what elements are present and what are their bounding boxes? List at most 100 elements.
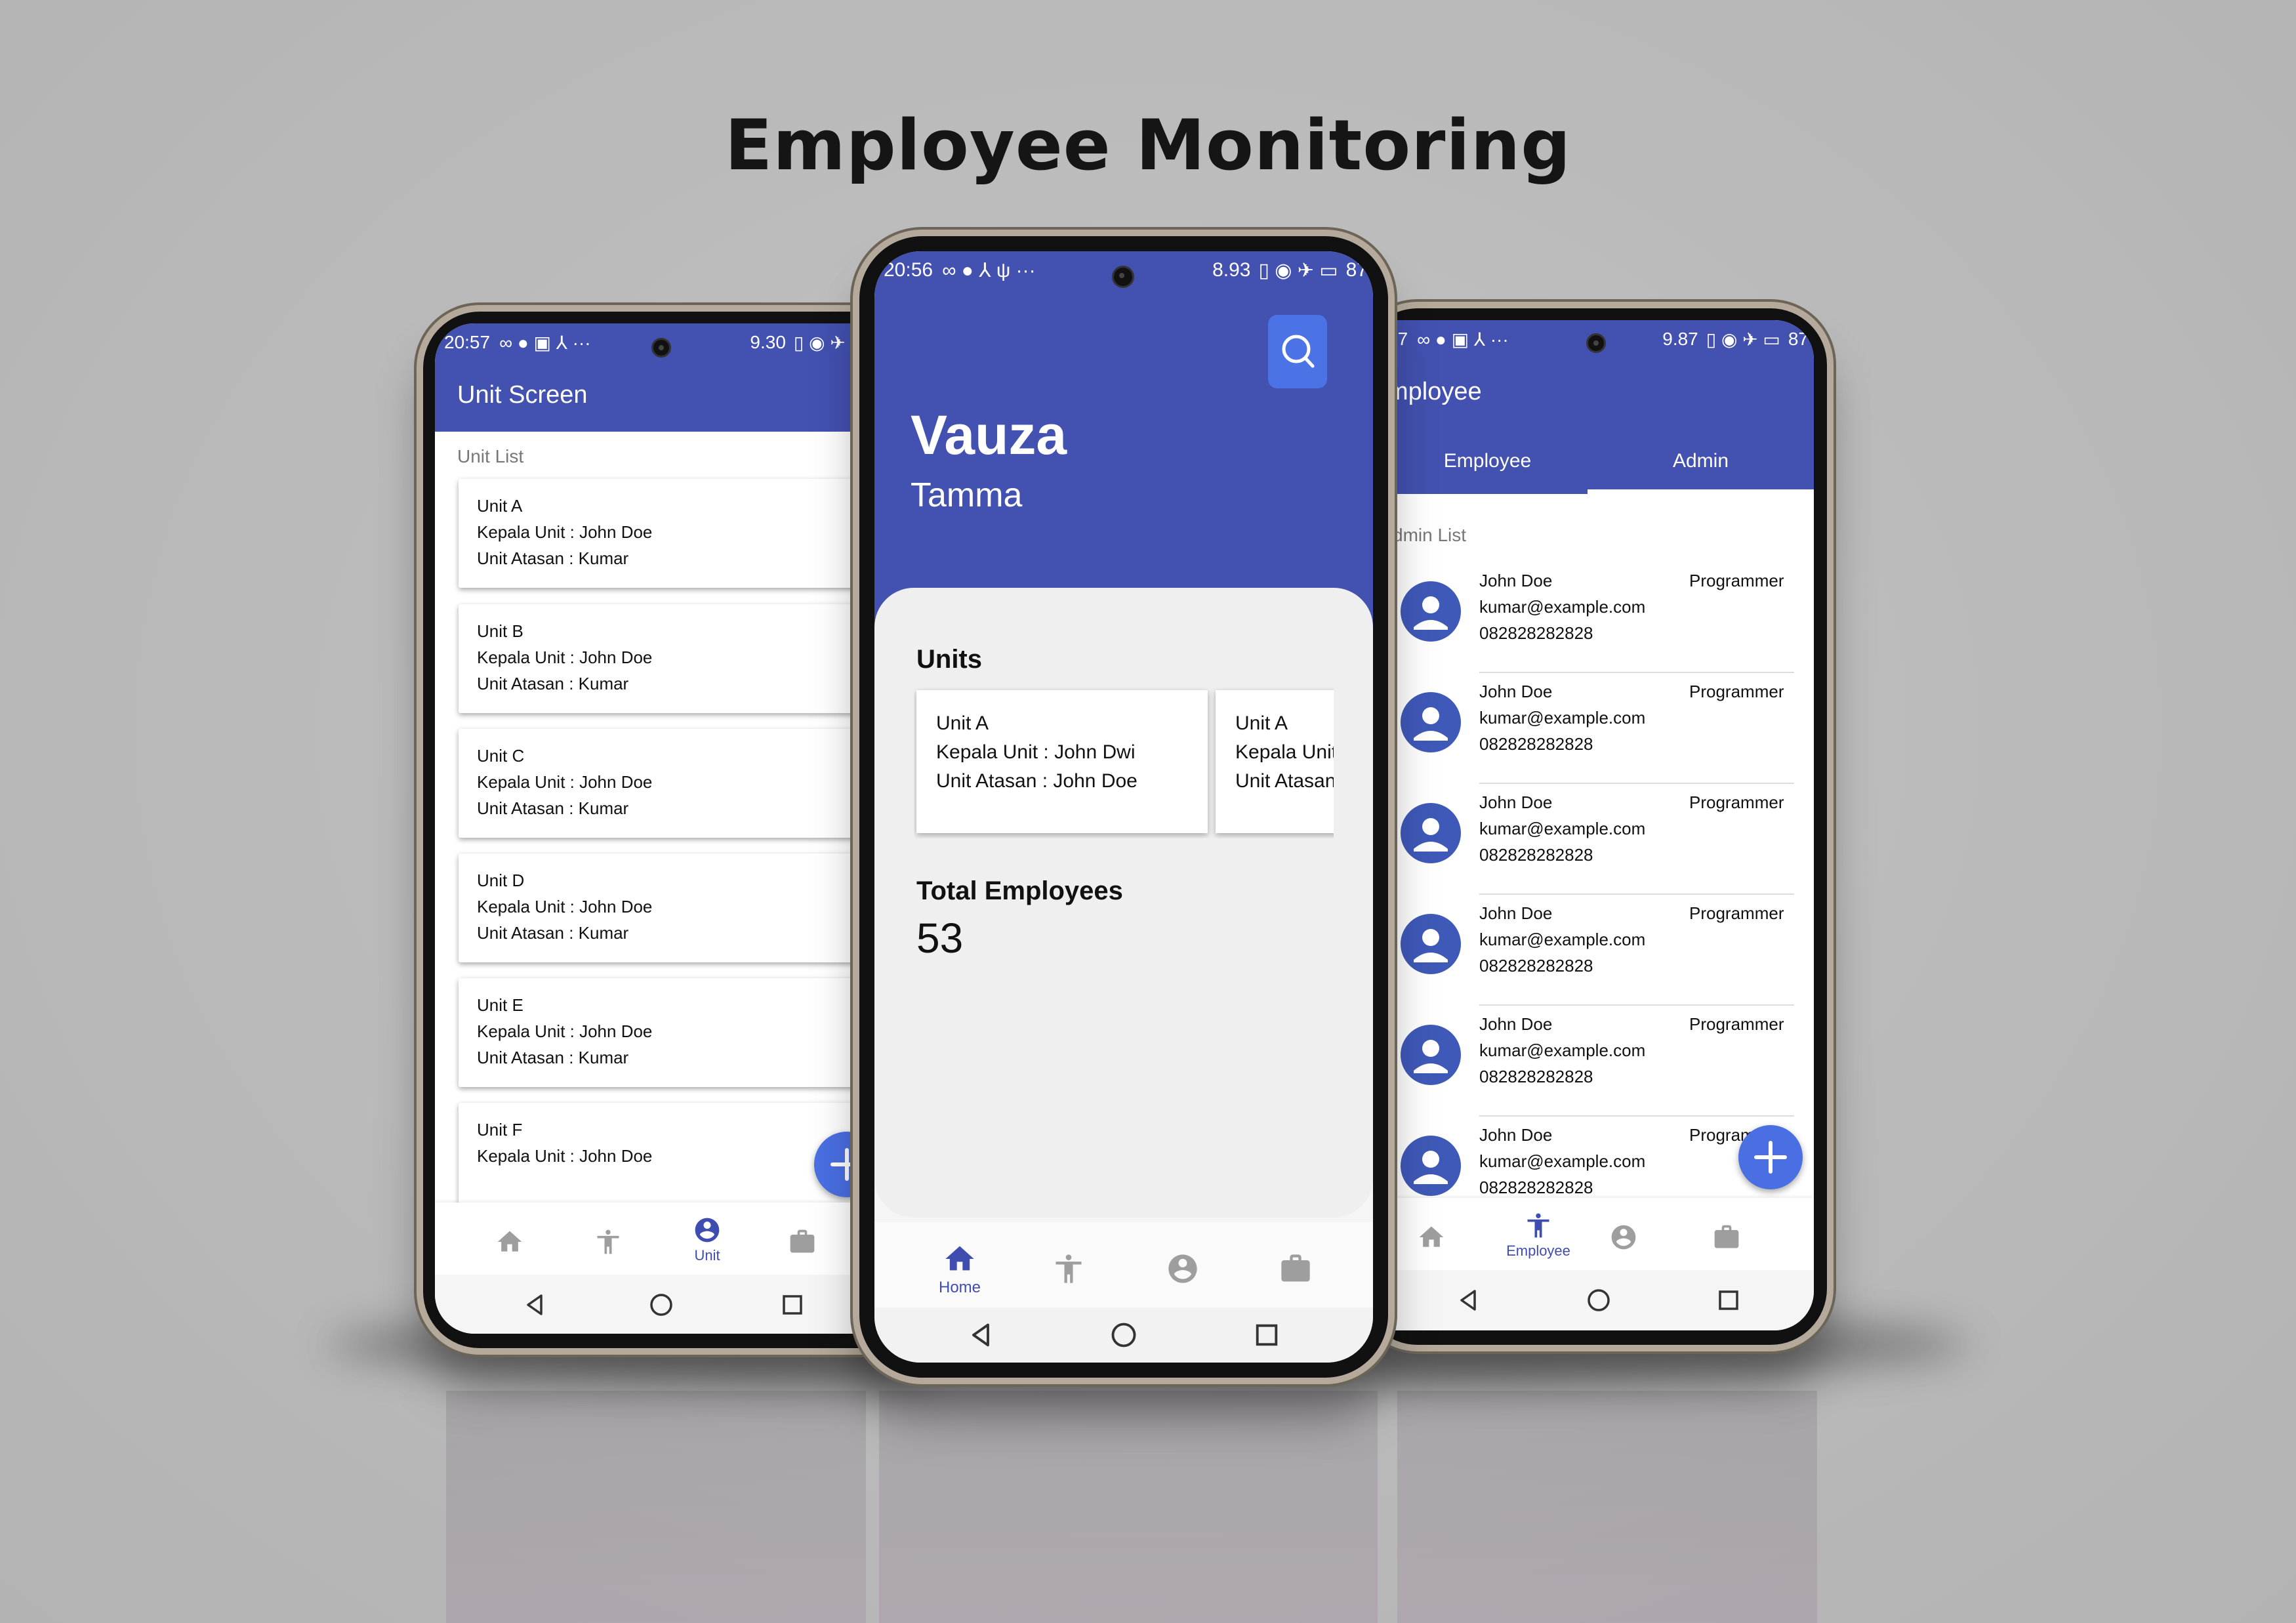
- account-circle-icon: [1168, 1254, 1197, 1283]
- unit-name: Unit E: [477, 995, 523, 1015]
- list-item[interactable]: John Doe kumar@example.com 082828282828 …: [1387, 785, 1814, 895]
- home-circle-icon[interactable]: [648, 1292, 674, 1318]
- unit-card[interactable]: Unit E Kepala Unit : John Doe Unit Atasa…: [459, 978, 861, 1087]
- unit-name: Unit F: [477, 1120, 523, 1140]
- home-circle-icon[interactable]: [1586, 1287, 1612, 1313]
- unit-name: Unit D: [477, 871, 525, 890]
- divider: [1479, 783, 1794, 784]
- avatar: [1401, 914, 1461, 974]
- admin-role: Programmer: [1689, 792, 1784, 812]
- nav-employee[interactable]: [588, 1227, 628, 1256]
- status-speed: 8.93: [1212, 259, 1251, 281]
- unit-card[interactable]: Unit A Kepala Unit : John Doe Unit Atasa…: [459, 479, 861, 588]
- back-icon[interactable]: [522, 1292, 548, 1318]
- right-screen: 57 ∞ ● ▣ ⅄ ··· 9.87 ▯ ◉ ✈ ▭ 87 mployee E…: [1387, 320, 1814, 1330]
- nav-work[interactable]: [1276, 1252, 1315, 1286]
- home-circle-icon[interactable]: [1109, 1321, 1138, 1349]
- work-icon: [1714, 1225, 1739, 1248]
- unit-name: Unit A: [1235, 712, 1288, 734]
- nav-home[interactable]: [1412, 1223, 1451, 1252]
- admin-email: kumar@example.com: [1479, 708, 1646, 728]
- unit-name: Unit C: [477, 746, 525, 766]
- recents-icon[interactable]: [1252, 1321, 1281, 1349]
- nav-home[interactable]: [490, 1227, 529, 1256]
- search-button[interactable]: [1268, 315, 1327, 388]
- nav-unit[interactable]: [1163, 1252, 1202, 1286]
- unit-card[interactable]: Unit C Kepala Unit : John Doe Unit Atasa…: [459, 729, 861, 838]
- nav-employee[interactable]: Employee: [1499, 1211, 1578, 1260]
- status-speed: 9.30: [750, 332, 786, 352]
- nav-home[interactable]: Home: [927, 1242, 993, 1297]
- left-statusbar: 20:57 ∞ ● ▣ ⅄ ··· 9.30 ▯ ◉ ✈ ▭: [435, 323, 861, 361]
- accessibility-icon: [1527, 1213, 1549, 1238]
- work-icon: [790, 1229, 815, 1253]
- reflection-center: [879, 1391, 1378, 1623]
- unit-card[interactable]: Unit B Kepala Unit : John Doe Unit Atasa…: [459, 604, 861, 713]
- status-icons-right: ▯ ◉ ✈ ▭: [1258, 259, 1338, 281]
- admin-role: Programmer: [1689, 571, 1784, 590]
- list-item[interactable]: John Doe kumar@example.com 082828282828 …: [1387, 563, 1814, 673]
- admin-role: Programmer: [1689, 903, 1784, 923]
- unit-card[interactable]: Unit D Kepala Unit : John Doe Unit Atasa…: [459, 853, 861, 962]
- recents-icon[interactable]: [1715, 1287, 1742, 1313]
- unit-atasan: Unit Atasan : Kumar: [477, 798, 629, 818]
- unit-card[interactable]: Unit F Kepala Unit : John Doe: [459, 1103, 861, 1212]
- unit-card[interactable]: Unit A Kepala Unit : Unit Atasan :: [1216, 690, 1334, 833]
- unit-atasan: Unit Atasan :: [1235, 770, 1334, 792]
- status-battery: 87: [1345, 259, 1368, 281]
- admin-list-label: dmin List: [1393, 525, 1467, 545]
- unit-card-carousel[interactable]: Unit A Kepala Unit : John Dwi Unit Atasa…: [914, 688, 1334, 838]
- tab-employee[interactable]: Employee: [1387, 450, 1588, 472]
- recents-icon[interactable]: [779, 1292, 806, 1318]
- divider: [1479, 1115, 1794, 1117]
- unit-name: Unit A: [477, 496, 523, 516]
- avatar: [1401, 581, 1461, 642]
- unit-atasan: Unit Atasan : John Doe: [936, 770, 1138, 792]
- tab-indicator: [1588, 489, 1814, 494]
- add-icon: [1754, 1141, 1787, 1174]
- add-admin-button[interactable]: [1738, 1125, 1803, 1189]
- list-item[interactable]: John Doe kumar@example.com 082828282828 …: [1387, 895, 1814, 1006]
- work-icon: [1281, 1254, 1310, 1282]
- unit-card[interactable]: Unit A Kepala Unit : John Dwi Unit Atasa…: [916, 690, 1208, 833]
- person-icon: [1414, 929, 1448, 962]
- units-heading: Units: [916, 645, 982, 674]
- camera-icon: [1586, 333, 1606, 353]
- user-name: Vauza: [911, 404, 1067, 466]
- right-bottom-nav: Employee: [1387, 1198, 1814, 1270]
- total-employees-value: 53: [916, 914, 964, 962]
- status-speed: 9.87: [1662, 329, 1698, 349]
- unit-atasan: Unit Atasan : Kumar: [477, 923, 629, 943]
- admin-name: John Doe: [1479, 682, 1553, 701]
- unit-kepala: Kepala Unit : John Doe: [477, 522, 653, 542]
- status-time: 20:56: [884, 259, 933, 281]
- admin-role: Programmer: [1689, 682, 1784, 701]
- nav-work[interactable]: [783, 1227, 822, 1256]
- back-icon[interactable]: [1455, 1287, 1481, 1313]
- page-title: Employee Monitoring: [724, 105, 1572, 186]
- status-icons-right: ▯ ◉ ✈ ▭: [793, 332, 861, 353]
- nav-unit[interactable]: [1604, 1223, 1643, 1252]
- admin-email: kumar@example.com: [1479, 930, 1646, 949]
- list-item[interactable]: John Doe kumar@example.com 082828282828 …: [1387, 1006, 1814, 1117]
- unit-atasan: Unit Atasan : Kumar: [477, 1048, 629, 1067]
- reflection-right: [1397, 1391, 1817, 1623]
- status-time: 20:57: [444, 332, 491, 352]
- nav-employee[interactable]: [1049, 1252, 1088, 1286]
- nav-work[interactable]: [1707, 1223, 1746, 1252]
- back-icon[interactable]: [966, 1321, 995, 1349]
- left-screen: 20:57 ∞ ● ▣ ⅄ ··· 9.30 ▯ ◉ ✈ ▭ Unit Scre…: [435, 323, 861, 1334]
- unit-kepala: Kepala Unit :: [1235, 741, 1334, 763]
- admin-phone: 082828282828: [1479, 845, 1593, 865]
- left-system-bar: [435, 1275, 861, 1334]
- tab-admin[interactable]: Admin: [1588, 450, 1814, 472]
- list-item[interactable]: John Doe kumar@example.com 082828282828 …: [1387, 674, 1814, 784]
- center-screen: 20:56 ∞ ● ⅄ ψ ··· 8.93 ▯ ◉ ✈ ▭ 87 Vauza …: [874, 251, 1373, 1363]
- avatar: [1401, 692, 1461, 752]
- admin-name: John Doe: [1479, 792, 1553, 812]
- admin-phone: 082828282828: [1479, 1067, 1593, 1086]
- add-unit-button[interactable]: [814, 1132, 861, 1197]
- nav-unit[interactable]: Unit: [684, 1216, 730, 1264]
- divider: [1479, 894, 1794, 895]
- home-icon: [1419, 1226, 1444, 1247]
